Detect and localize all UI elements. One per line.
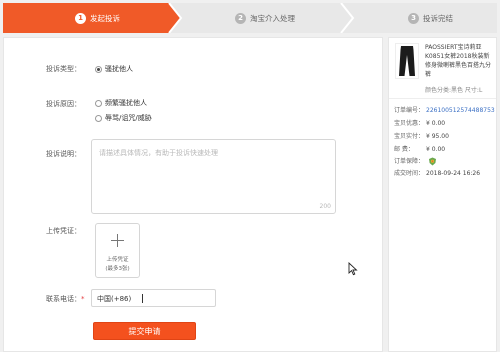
- order-info-panel: PAOSSIERT宝诗莉亚K0851女裤2018秋装新修身微喇裤黑色百搭九分裤 …: [388, 37, 497, 352]
- row-key: 邮 费：: [394, 146, 414, 153]
- reason-option-label: 辱骂/诅咒/威胁: [105, 114, 152, 122]
- row-value: ¥ 95.00: [426, 133, 449, 140]
- reason-option-abuse[interactable]: 辱骂/诅咒/威胁: [95, 113, 152, 123]
- trousers-image: [399, 46, 415, 76]
- phone-country-prefix[interactable]: 中国(+86): [97, 294, 131, 304]
- step-2-number: 2: [235, 12, 246, 24]
- complaint-desc-label: 投诉说明：: [46, 150, 81, 158]
- product-thumbnail[interactable]: [395, 43, 419, 79]
- desc-char-counter: 200: [319, 203, 331, 210]
- reason-option-label: 频繁骚扰他人: [105, 99, 147, 107]
- product-title[interactable]: PAOSSIERT宝诗莉亚K0851女裤2018秋装新修身微喇裤黑色百搭九分裤: [425, 43, 495, 79]
- radio-icon[interactable]: [95, 114, 102, 122]
- step-1: 1 发起投诉: [75, 3, 120, 33]
- type-option-label: 骚扰他人: [105, 65, 133, 73]
- progress-steps: 1 发起投诉 2 淘宝介入处理 3 投诉完结: [3, 3, 497, 33]
- complaint-type-label: 投诉类型：: [46, 65, 81, 73]
- row-key: 宝贝实付：: [394, 133, 425, 140]
- row-value: 2018-09-24 16:26: [426, 170, 481, 177]
- radio-icon[interactable]: [95, 99, 102, 107]
- order-row-number: 订单编号： 226100512574488753: [394, 105, 495, 114]
- step-3-number: 3: [408, 12, 419, 24]
- radio-icon[interactable]: [95, 65, 102, 73]
- complaint-form: 投诉类型： 骚扰他人 投诉原因： 频繁骚扰他人 辱骂/诅咒/威胁 投诉说明： 请…: [3, 37, 383, 352]
- phone-input[interactable]: 中国(+86): [91, 289, 216, 307]
- step-1-label: 发起投诉: [90, 13, 120, 23]
- submit-button[interactable]: 提交申请: [93, 322, 196, 340]
- step-2: 2 淘宝介入处理: [235, 3, 295, 33]
- row-key: 订单编号：: [394, 107, 425, 114]
- row-value: ¥ 0.00: [426, 120, 446, 127]
- step-3-label: 投诉完结: [423, 13, 453, 23]
- upload-proof-button[interactable]: 上传凭证 (最多3张): [95, 223, 140, 278]
- reason-option-frequent-harassment[interactable]: 频繁骚扰他人: [95, 98, 147, 108]
- mouse-cursor-icon: [348, 262, 358, 276]
- phone-label: 联系电话：*: [46, 294, 85, 304]
- upload-label: 上传凭证: [106, 257, 129, 263]
- order-row-discount: 宝贝优惠： ¥ 0.00: [394, 118, 445, 127]
- desc-placeholder: 请描述具体情况，有助于投诉快速处理: [99, 149, 218, 157]
- product-attributes: 颜色分类:黑色 尺寸:L: [425, 87, 483, 94]
- step-3: 3 投诉完结: [408, 3, 453, 33]
- divider: [389, 98, 496, 99]
- order-row-time: 成交时间： 2018-09-24 16:26: [394, 168, 480, 177]
- row-key: 订单保障：: [394, 158, 425, 165]
- text-caret: [142, 294, 143, 303]
- complaint-desc-textarea[interactable]: 请描述具体情况，有助于投诉快速处理 200: [91, 139, 336, 214]
- order-row-shipping: 邮 费： ¥ 0.00: [394, 144, 445, 153]
- guarantee-badge-icon[interactable]: [428, 157, 437, 166]
- step-2-label: 淘宝介入处理: [250, 13, 295, 23]
- order-row-guarantee: 订单保障：: [394, 156, 437, 166]
- order-number-link[interactable]: 226100512574488753: [426, 107, 495, 114]
- plus-icon: [111, 234, 124, 247]
- proof-label: 上传凭证：: [46, 227, 81, 235]
- row-key: 成交时间：: [394, 170, 425, 177]
- row-value: ¥ 0.00: [426, 146, 446, 153]
- complaint-reason-label: 投诉原因：: [46, 100, 81, 108]
- phone-label-text: 联系电话：: [46, 295, 81, 303]
- required-mark: *: [81, 295, 85, 303]
- step-1-number: 1: [75, 12, 86, 24]
- type-option-harassment[interactable]: 骚扰他人: [95, 64, 133, 74]
- order-row-paid: 宝贝实付： ¥ 95.00: [394, 131, 449, 140]
- upload-limit-note: (最多3张): [105, 266, 130, 272]
- row-key: 宝贝优惠：: [394, 120, 425, 127]
